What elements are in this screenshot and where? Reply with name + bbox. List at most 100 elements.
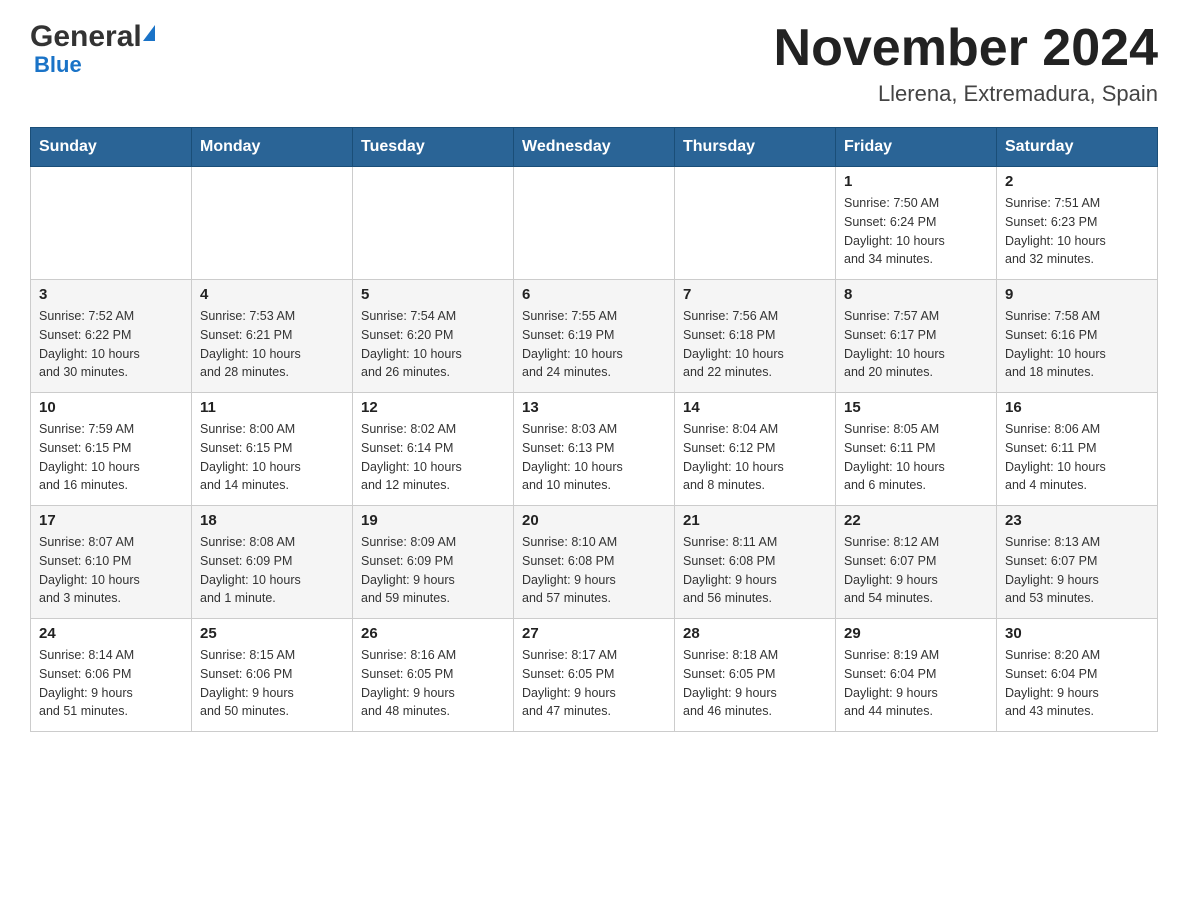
weekday-header-row: SundayMondayTuesdayWednesdayThursdayFrid… bbox=[31, 128, 1158, 167]
day-number: 20 bbox=[522, 512, 666, 529]
logo: General Blue bbox=[30, 20, 155, 78]
day-info: Sunrise: 7:55 AM Sunset: 6:19 PM Dayligh… bbox=[522, 307, 666, 382]
weekday-header-sunday: Sunday bbox=[31, 128, 192, 167]
logo-blue-text: Blue bbox=[30, 52, 82, 78]
day-info: Sunrise: 7:54 AM Sunset: 6:20 PM Dayligh… bbox=[361, 307, 505, 382]
calendar-week-row: 3 Sunrise: 7:52 AM Sunset: 6:22 PM Daylig… bbox=[31, 280, 1158, 393]
day-number: 6 bbox=[522, 286, 666, 303]
day-info: Sunrise: 8:10 AM Sunset: 6:08 PM Dayligh… bbox=[522, 533, 666, 608]
day-number: 4 bbox=[200, 286, 344, 303]
calendar-cell: 28Sunrise: 8:18 AM Sunset: 6:05 PM Dayli… bbox=[675, 619, 836, 732]
calendar-cell bbox=[514, 167, 675, 280]
calendar-cell: 26 Sunrise: 8:16 AM Sunset: 6:05 PM Dayli… bbox=[353, 619, 514, 732]
day-number: 8 bbox=[844, 286, 988, 303]
calendar-cell: 1 Sunrise: 7:50 AM Sunset: 6:24 PM Daylig… bbox=[836, 167, 997, 280]
calendar-cell: 9 Sunrise: 7:58 AM Sunset: 6:16 PM Daylig… bbox=[997, 280, 1158, 393]
day-info: Sunrise: 8:12 AM Sunset: 6:07 PM Dayligh… bbox=[844, 533, 988, 608]
calendar-week-row: 17 Sunrise: 8:07 AM Sunset: 6:10 PM Dayli… bbox=[31, 506, 1158, 619]
day-info: Sunrise: 7:58 AM Sunset: 6:16 PM Dayligh… bbox=[1005, 307, 1149, 382]
calendar-week-row: 24Sunrise: 8:14 AM Sunset: 6:06 PM Dayli… bbox=[31, 619, 1158, 732]
calendar-cell: 15Sunrise: 8:05 AM Sunset: 6:11 PM Dayli… bbox=[836, 393, 997, 506]
calendar-cell: 19 Sunrise: 8:09 AM Sunset: 6:09 PM Dayli… bbox=[353, 506, 514, 619]
day-info: Sunrise: 8:19 AM Sunset: 6:04 PM Dayligh… bbox=[844, 646, 988, 721]
location-title: Llerena, Extremadura, Spain bbox=[774, 81, 1158, 107]
day-info: Sunrise: 8:07 AM Sunset: 6:10 PM Dayligh… bbox=[39, 533, 183, 608]
calendar-cell bbox=[31, 167, 192, 280]
day-number: 12 bbox=[361, 399, 505, 416]
calendar-cell: 23Sunrise: 8:13 AM Sunset: 6:07 PM Dayli… bbox=[997, 506, 1158, 619]
day-number: 1 bbox=[844, 173, 988, 190]
calendar-week-row: 10 Sunrise: 7:59 AM Sunset: 6:15 PM Dayli… bbox=[31, 393, 1158, 506]
day-info: Sunrise: 8:05 AM Sunset: 6:11 PM Dayligh… bbox=[844, 420, 988, 495]
calendar-cell bbox=[353, 167, 514, 280]
weekday-header-saturday: Saturday bbox=[997, 128, 1158, 167]
day-number: 9 bbox=[1005, 286, 1149, 303]
day-info: Sunrise: 7:56 AM Sunset: 6:18 PM Dayligh… bbox=[683, 307, 827, 382]
day-number: 13 bbox=[522, 399, 666, 416]
weekday-header-wednesday: Wednesday bbox=[514, 128, 675, 167]
day-number: 14 bbox=[683, 399, 827, 416]
day-number: 22 bbox=[844, 512, 988, 529]
day-number: 17 bbox=[39, 512, 183, 529]
logo-arrow-icon bbox=[143, 25, 155, 41]
day-number: 2 bbox=[1005, 173, 1149, 190]
day-number: 18 bbox=[200, 512, 344, 529]
calendar-cell: 24Sunrise: 8:14 AM Sunset: 6:06 PM Dayli… bbox=[31, 619, 192, 732]
weekday-header-monday: Monday bbox=[192, 128, 353, 167]
calendar-cell: 6 Sunrise: 7:55 AM Sunset: 6:19 PM Daylig… bbox=[514, 280, 675, 393]
day-number: 11 bbox=[200, 399, 344, 416]
day-number: 10 bbox=[39, 399, 183, 416]
logo-general-text: General bbox=[30, 20, 142, 54]
day-number: 16 bbox=[1005, 399, 1149, 416]
day-number: 19 bbox=[361, 512, 505, 529]
day-info: Sunrise: 8:00 AM Sunset: 6:15 PM Dayligh… bbox=[200, 420, 344, 495]
calendar-cell: 18 Sunrise: 8:08 AM Sunset: 6:09 PM Dayli… bbox=[192, 506, 353, 619]
day-info: Sunrise: 7:50 AM Sunset: 6:24 PM Dayligh… bbox=[844, 194, 988, 269]
day-info: Sunrise: 7:53 AM Sunset: 6:21 PM Dayligh… bbox=[200, 307, 344, 382]
calendar-cell: 22 Sunrise: 8:12 AM Sunset: 6:07 PM Dayli… bbox=[836, 506, 997, 619]
calendar-cell: 7 Sunrise: 7:56 AM Sunset: 6:18 PM Daylig… bbox=[675, 280, 836, 393]
day-info: Sunrise: 8:16 AM Sunset: 6:05 PM Dayligh… bbox=[361, 646, 505, 721]
day-info: Sunrise: 8:08 AM Sunset: 6:09 PM Dayligh… bbox=[200, 533, 344, 608]
day-info: Sunrise: 8:06 AM Sunset: 6:11 PM Dayligh… bbox=[1005, 420, 1149, 495]
month-title: November 2024 bbox=[774, 20, 1158, 77]
day-info: Sunrise: 8:09 AM Sunset: 6:09 PM Dayligh… bbox=[361, 533, 505, 608]
day-info: Sunrise: 8:17 AM Sunset: 6:05 PM Dayligh… bbox=[522, 646, 666, 721]
calendar-week-row: 1 Sunrise: 7:50 AM Sunset: 6:24 PM Daylig… bbox=[31, 167, 1158, 280]
calendar-cell: 16 Sunrise: 8:06 AM Sunset: 6:11 PM Dayli… bbox=[997, 393, 1158, 506]
calendar-table: SundayMondayTuesdayWednesdayThursdayFrid… bbox=[30, 127, 1158, 732]
calendar-cell: 27Sunrise: 8:17 AM Sunset: 6:05 PM Dayli… bbox=[514, 619, 675, 732]
calendar-cell: 25 Sunrise: 8:15 AM Sunset: 6:06 PM Dayli… bbox=[192, 619, 353, 732]
day-number: 3 bbox=[39, 286, 183, 303]
day-info: Sunrise: 8:11 AM Sunset: 6:08 PM Dayligh… bbox=[683, 533, 827, 608]
day-info: Sunrise: 8:02 AM Sunset: 6:14 PM Dayligh… bbox=[361, 420, 505, 495]
day-info: Sunrise: 8:14 AM Sunset: 6:06 PM Dayligh… bbox=[39, 646, 183, 721]
day-info: Sunrise: 7:57 AM Sunset: 6:17 PM Dayligh… bbox=[844, 307, 988, 382]
title-area: November 2024 Llerena, Extremadura, Spai… bbox=[774, 20, 1158, 107]
day-number: 21 bbox=[683, 512, 827, 529]
calendar-cell: 2 Sunrise: 7:51 AM Sunset: 6:23 PM Daylig… bbox=[997, 167, 1158, 280]
day-info: Sunrise: 8:13 AM Sunset: 6:07 PM Dayligh… bbox=[1005, 533, 1149, 608]
day-number: 28 bbox=[683, 625, 827, 642]
day-info: Sunrise: 7:52 AM Sunset: 6:22 PM Dayligh… bbox=[39, 307, 183, 382]
calendar-cell: 8 Sunrise: 7:57 AM Sunset: 6:17 PM Daylig… bbox=[836, 280, 997, 393]
calendar-cell: 11 Sunrise: 8:00 AM Sunset: 6:15 PM Dayli… bbox=[192, 393, 353, 506]
day-info: Sunrise: 8:15 AM Sunset: 6:06 PM Dayligh… bbox=[200, 646, 344, 721]
day-info: Sunrise: 7:59 AM Sunset: 6:15 PM Dayligh… bbox=[39, 420, 183, 495]
calendar-cell: 17 Sunrise: 8:07 AM Sunset: 6:10 PM Dayli… bbox=[31, 506, 192, 619]
calendar-cell: 3 Sunrise: 7:52 AM Sunset: 6:22 PM Daylig… bbox=[31, 280, 192, 393]
calendar-cell bbox=[675, 167, 836, 280]
day-info: Sunrise: 7:51 AM Sunset: 6:23 PM Dayligh… bbox=[1005, 194, 1149, 269]
day-number: 5 bbox=[361, 286, 505, 303]
day-info: Sunrise: 8:03 AM Sunset: 6:13 PM Dayligh… bbox=[522, 420, 666, 495]
day-info: Sunrise: 8:20 AM Sunset: 6:04 PM Dayligh… bbox=[1005, 646, 1149, 721]
day-info: Sunrise: 8:04 AM Sunset: 6:12 PM Dayligh… bbox=[683, 420, 827, 495]
calendar-cell: 14 Sunrise: 8:04 AM Sunset: 6:12 PM Dayli… bbox=[675, 393, 836, 506]
day-number: 7 bbox=[683, 286, 827, 303]
day-number: 26 bbox=[361, 625, 505, 642]
calendar-cell: 13 Sunrise: 8:03 AM Sunset: 6:13 PM Dayli… bbox=[514, 393, 675, 506]
calendar-cell: 21 Sunrise: 8:11 AM Sunset: 6:08 PM Dayli… bbox=[675, 506, 836, 619]
calendar-cell: 4 Sunrise: 7:53 AM Sunset: 6:21 PM Daylig… bbox=[192, 280, 353, 393]
day-number: 25 bbox=[200, 625, 344, 642]
day-number: 29 bbox=[844, 625, 988, 642]
